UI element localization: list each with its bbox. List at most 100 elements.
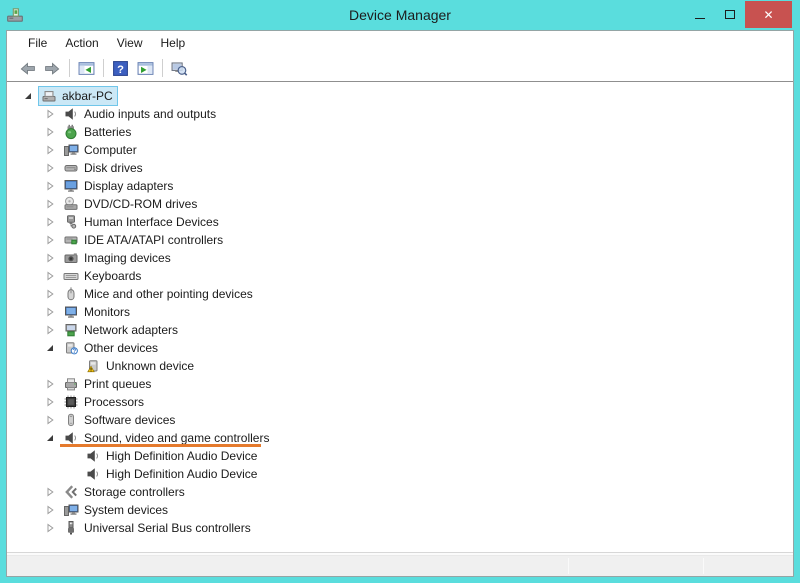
tree-item-imaging-devices[interactable]: Imaging devices [7, 249, 793, 267]
tree-item-label: Sound, video and game controllers [84, 431, 270, 445]
tree-item-akbar-pc[interactable]: akbar-PC [7, 86, 793, 106]
tree-item-software-devices[interactable]: Software devices [7, 411, 793, 429]
expander-collapsed-icon[interactable] [45, 501, 61, 519]
tree-item-label: System devices [84, 503, 169, 517]
status-bar [7, 555, 793, 576]
tree-item-print-queues[interactable]: Print queues [7, 375, 793, 393]
tree-item-label: Storage controllers [84, 485, 185, 499]
expander-collapsed-icon[interactable] [45, 285, 61, 303]
tree-item-label: Mice and other pointing devices [84, 287, 253, 301]
software-device-icon [63, 412, 79, 428]
tree-item-processors[interactable]: Processors [7, 393, 793, 411]
tree-item-dvd-cd-rom-drives[interactable]: DVD/CD-ROM drives [7, 195, 793, 213]
item-box: ? Other devices [61, 339, 162, 357]
disk-drive-icon [63, 160, 79, 176]
tree-item-other-devices[interactable]: ? Other devices [7, 339, 793, 357]
tree-item-sound-video-and-game-controllers[interactable]: Sound, video and game controllers [7, 429, 793, 447]
maximize-button[interactable] [715, 1, 745, 28]
expander-collapsed-icon[interactable] [45, 141, 61, 159]
tree-item-universal-serial-bus-controllers[interactable]: Universal Serial Bus controllers [7, 519, 793, 537]
processor-icon [63, 394, 79, 410]
expander-collapsed-icon[interactable] [45, 267, 61, 285]
expander-collapsed-icon[interactable] [45, 375, 61, 393]
show-hide-action-pane-button[interactable] [133, 57, 158, 80]
item-box: Print queues [61, 375, 155, 393]
tree-item-label: Universal Serial Bus controllers [84, 521, 251, 535]
tree-item-label: Unknown device [106, 359, 195, 373]
tree-item-high-definition-audio-device[interactable]: High Definition Audio Device [7, 447, 793, 465]
tree-item-label: Display adapters [84, 179, 174, 193]
tree-item-computer[interactable]: Computer [7, 141, 793, 159]
selected-item-box: akbar-PC [38, 86, 118, 106]
device-tree[interactable]: akbar-PC Audio inputs and outputs Batterie… [7, 82, 793, 552]
expander-collapsed-icon[interactable] [45, 393, 61, 411]
expander-collapsed-icon[interactable] [45, 195, 61, 213]
monitor-icon [63, 304, 79, 320]
tree-item-ide-ata-atapi-controllers[interactable]: IDE ATA/ATAPI controllers [7, 231, 793, 249]
expander-collapsed-icon[interactable] [45, 105, 61, 123]
item-box: Human Interface Devices [61, 213, 223, 231]
title-bar[interactable]: Device Manager ✕ [0, 0, 800, 30]
minimize-button[interactable] [685, 1, 715, 28]
expander-collapsed-icon[interactable] [45, 231, 61, 249]
toolbar-separator [162, 59, 163, 77]
usb-controller-icon [63, 520, 79, 536]
back-button[interactable] [15, 57, 40, 80]
tree-item-label: IDE ATA/ATAPI controllers [84, 233, 224, 247]
tree-item-batteries[interactable]: Batteries [7, 123, 793, 141]
other-device-icon: ? [63, 340, 79, 356]
tree-item-disk-drives[interactable]: Disk drives [7, 159, 793, 177]
toolbar-separator [69, 59, 70, 77]
hid-icon [63, 214, 79, 230]
tree-item-keyboards[interactable]: Keyboards [7, 267, 793, 285]
arrow-left-icon [19, 60, 36, 77]
tree-item-monitors[interactable]: Monitors [7, 303, 793, 321]
statusbar-separator [703, 558, 704, 574]
show-hide-console-tree-button[interactable] [74, 57, 99, 80]
expander-expanded-icon[interactable] [45, 339, 61, 357]
tree-item-unknown-device[interactable]: Unknown device [7, 357, 793, 375]
tree-item-storage-controllers[interactable]: Storage controllers [7, 483, 793, 501]
tree-item-human-interface-devices[interactable]: Human Interface Devices [7, 213, 793, 231]
item-box: Imaging devices [61, 249, 175, 267]
expander-collapsed-icon[interactable] [45, 303, 61, 321]
expander-collapsed-icon[interactable] [45, 519, 61, 537]
item-box: Mice and other pointing devices [61, 285, 257, 303]
tree-item-system-devices[interactable]: System devices [7, 501, 793, 519]
window-title: Device Manager [349, 7, 451, 23]
tree-item-label: Keyboards [84, 269, 142, 283]
expander-collapsed-icon[interactable] [45, 483, 61, 501]
expander-collapsed-icon[interactable] [45, 411, 61, 429]
minimize-icon [695, 18, 705, 19]
tree-item-high-definition-audio-device[interactable]: High Definition Audio Device [7, 465, 793, 483]
expander-collapsed-icon[interactable] [45, 321, 61, 339]
close-button[interactable]: ✕ [745, 1, 792, 28]
tree-item-label: Software devices [84, 413, 176, 427]
menu-help[interactable]: Help [152, 32, 195, 54]
item-box: System devices [61, 501, 172, 519]
expander-collapsed-icon[interactable] [45, 159, 61, 177]
tree-item-mice-and-other-pointing-devices[interactable]: Mice and other pointing devices [7, 285, 793, 303]
expander-expanded-icon[interactable] [23, 87, 39, 105]
scan-for-hardware-changes-button[interactable] [167, 57, 192, 80]
expander-collapsed-icon[interactable] [45, 177, 61, 195]
expander-collapsed-icon[interactable] [45, 249, 61, 267]
menu-action[interactable]: Action [56, 32, 107, 54]
item-box: Keyboards [61, 267, 145, 285]
tree-item-audio-inputs-and-outputs[interactable]: Audio inputs and outputs [7, 105, 793, 123]
forward-button[interactable] [40, 57, 65, 80]
tree-item-label: Print queues [84, 377, 152, 391]
network-adapter-icon [63, 322, 79, 338]
window-content: File Action View Help ? akbar-PC Audio input… [6, 30, 794, 577]
help-button[interactable]: ? [108, 57, 133, 80]
tree-item-label: DVD/CD-ROM drives [84, 197, 198, 211]
tree-item-display-adapters[interactable]: Display adapters [7, 177, 793, 195]
expander-expanded-icon[interactable] [45, 429, 61, 447]
menu-file[interactable]: File [19, 32, 56, 54]
tree-item-network-adapters[interactable]: Network adapters [7, 321, 793, 339]
expander-collapsed-icon[interactable] [45, 213, 61, 231]
expander-collapsed-icon[interactable] [45, 123, 61, 141]
imaging-device-icon [63, 250, 79, 266]
menu-view[interactable]: View [108, 32, 152, 54]
